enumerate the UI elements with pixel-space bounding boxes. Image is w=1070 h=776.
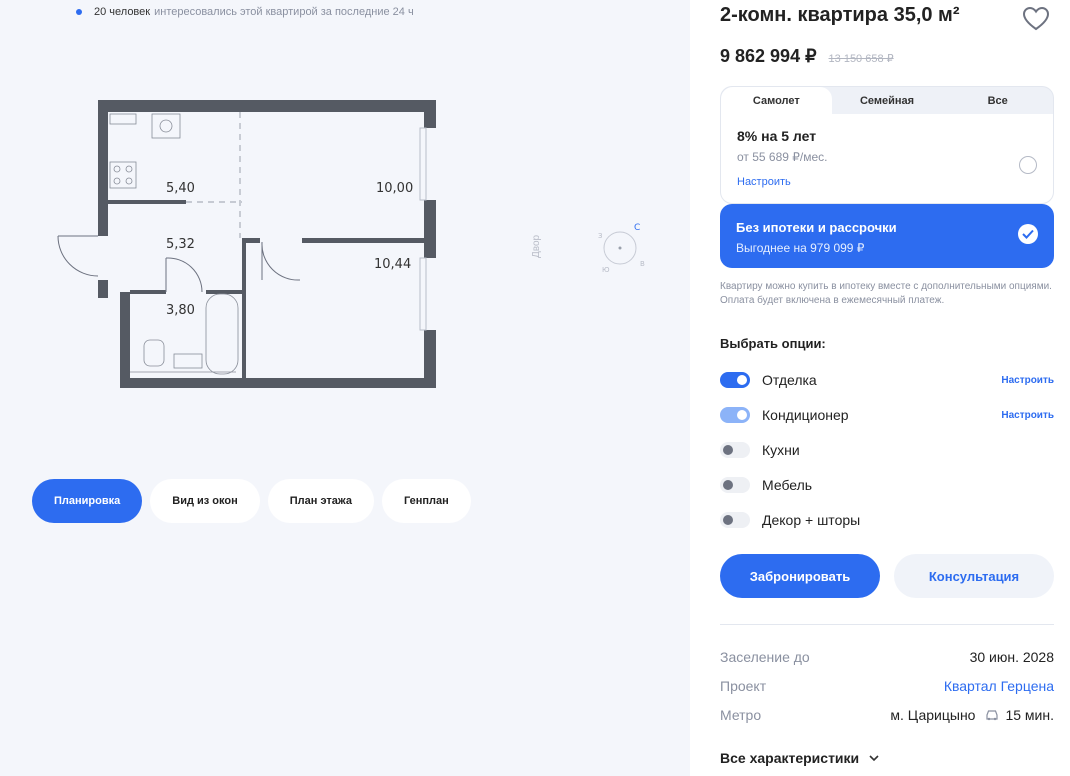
option-label: Кондиционер xyxy=(762,407,849,423)
no-mortgage-title: Без ипотеки и рассрочки xyxy=(736,220,897,235)
price-row: 9 862 994 ₽ 13 150 658 ₽ xyxy=(720,46,894,67)
divider xyxy=(720,624,1054,625)
consult-button[interactable]: Консультация xyxy=(894,554,1054,598)
wall xyxy=(206,290,242,294)
options-title: Выбрать опции: xyxy=(720,336,826,351)
tab-family[interactable]: Семейная xyxy=(832,87,943,114)
spec-value: м. Царицыно 15 мин. xyxy=(890,707,1054,723)
wall xyxy=(424,200,436,258)
mortgage-note: Квартиру можно купить в ипотеку вместе с… xyxy=(720,281,1052,306)
option-label: Кухни xyxy=(762,442,800,458)
option-toggle[interactable] xyxy=(720,477,750,493)
spec-project: Проект Квартал Герцена xyxy=(720,678,1054,694)
wall xyxy=(302,238,424,243)
wall xyxy=(242,238,246,380)
wall xyxy=(424,100,436,128)
spec-value: 30 июн. 2028 xyxy=(969,649,1054,665)
option-toggle[interactable] xyxy=(720,407,750,423)
tab-window-view[interactable]: Вид из окон xyxy=(150,479,260,523)
option-air-conditioner: Кондиционер Настроить xyxy=(720,404,1054,426)
room-area-label: 10,00 xyxy=(376,181,413,196)
floor-plan: 5,40 10,00 5,32 10,44 3,80 xyxy=(57,100,436,388)
view-tabs: Планировка Вид из окон План этажа Генпла… xyxy=(32,479,471,523)
spec-metro: Метро м. Царицыно 15 мин. xyxy=(720,707,1054,723)
wall xyxy=(108,200,186,204)
wall xyxy=(242,238,260,243)
room-area-label: 10,44 xyxy=(374,257,411,272)
svg-text:С: С xyxy=(634,223,640,233)
book-button[interactable]: Забронировать xyxy=(720,554,880,598)
mortgage-tabs: Самолет Семейная Все xyxy=(720,86,1054,114)
wall xyxy=(120,292,130,388)
option-kitchens: Кухни xyxy=(720,439,1054,461)
option-setup-link[interactable]: Настроить xyxy=(1001,410,1054,421)
option-label: Декор + шторы xyxy=(762,512,861,528)
svg-text:Ю: Ю xyxy=(602,266,610,274)
price: 9 862 994 ₽ xyxy=(720,46,817,66)
mortgage-monthly: от 55 689 ₽/мес. xyxy=(737,150,828,164)
mortgage-setup-link[interactable]: Настроить xyxy=(737,176,1037,188)
car-icon xyxy=(986,710,999,721)
tab-master-plan[interactable]: Генплан xyxy=(381,479,471,523)
spec-move-in: Заселение до 30 июн. 2028 xyxy=(720,649,1054,665)
tab-samolet[interactable]: Самолет xyxy=(721,87,832,114)
option-label: Мебель xyxy=(762,477,813,493)
viewers-count: 20 человек xyxy=(94,6,151,18)
room-area-label: 5,32 xyxy=(166,237,195,252)
floorplan-panel: 20 человек интересовались этой квартирой… xyxy=(0,0,690,776)
compass-icon: С Ю В З xyxy=(598,223,645,274)
viewers-text: интересовались этой квартирой за последн… xyxy=(154,6,414,18)
mortgage-widget: Самолет Семейная Все 8% на 5 лет от 55 6… xyxy=(720,86,1054,268)
svg-text:В: В xyxy=(640,260,645,268)
option-toggle[interactable] xyxy=(720,442,750,458)
mortgage-rate: 8% на 5 лет xyxy=(737,128,817,144)
wall xyxy=(130,290,166,294)
apartment-title: 2-комн. квартира 35,0 м² xyxy=(720,4,960,26)
no-mortgage-option[interactable]: Без ипотеки и рассрочки Выгоднее на 979 … xyxy=(720,204,1054,268)
option-furniture: Мебель xyxy=(720,474,1054,496)
title-row: 2-комн. квартира 35,0 м² xyxy=(720,4,1054,32)
mortgage-offer[interactable]: 8% на 5 лет от 55 689 ₽/мес. Настроить xyxy=(720,114,1054,204)
spec-key: Метро xyxy=(720,707,762,723)
tab-all[interactable]: Все xyxy=(942,87,1053,114)
option-toggle[interactable] xyxy=(720,372,750,388)
all-specs-toggle[interactable]: Все характеристики xyxy=(720,750,881,766)
yard-label: Двор xyxy=(531,234,542,258)
option-label: Отделка xyxy=(762,372,817,388)
svg-text:З: З xyxy=(598,232,603,240)
spec-key: Проект xyxy=(720,678,767,694)
tab-floor-plan[interactable]: План этажа xyxy=(267,479,374,523)
wall xyxy=(424,330,436,388)
option-toggle[interactable] xyxy=(720,512,750,528)
wall xyxy=(98,280,108,298)
old-price: 13 150 658 ₽ xyxy=(828,53,894,65)
wall xyxy=(120,378,434,388)
metro-station: м. Царицыно xyxy=(890,707,976,723)
no-mortgage-benefit: Выгоднее на 979 099 ₽ xyxy=(736,241,865,255)
metro-time: 15 мин. xyxy=(1005,707,1054,723)
project-link[interactable]: Квартал Герцена xyxy=(944,678,1054,694)
option-setup-link[interactable]: Настроить xyxy=(1001,375,1054,386)
mortgage-radio[interactable] xyxy=(1019,156,1037,174)
viewers-info: 20 человек интересовались этой квартирой… xyxy=(76,6,414,18)
option-decor: Декор + шторы xyxy=(720,509,1054,531)
check-icon xyxy=(1018,224,1038,244)
wall xyxy=(98,100,434,112)
room-area-label: 3,80 xyxy=(166,303,195,318)
room-area-label: 5,40 xyxy=(166,181,195,196)
favorite-heart-icon[interactable] xyxy=(1022,6,1050,32)
live-dot-icon xyxy=(76,9,82,15)
tab-layout[interactable]: Планировка xyxy=(32,479,143,523)
option-finishing: Отделка Настроить xyxy=(720,369,1054,391)
all-specs-label: Все характеристики xyxy=(720,750,860,766)
spec-key: Заселение до xyxy=(720,649,810,665)
wall xyxy=(98,100,108,236)
chevron-down-icon xyxy=(869,755,879,762)
